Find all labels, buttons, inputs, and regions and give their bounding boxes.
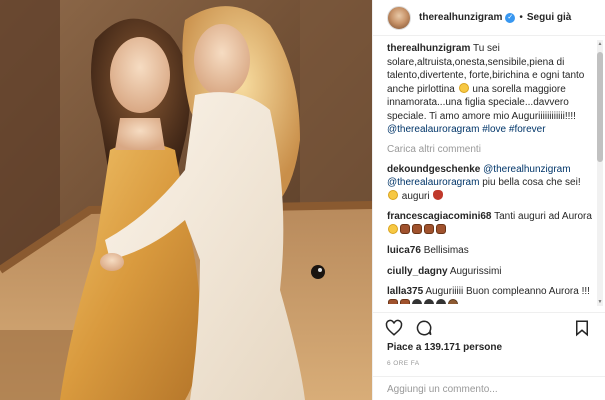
load-more-comments[interactable]: Carica altri commenti xyxy=(387,144,592,155)
cake-emoji-icon xyxy=(388,298,398,304)
scrollbar-thumb[interactable] xyxy=(597,52,603,162)
comment-item: dekoundgeschenke @therealhunzigram @ther… xyxy=(387,163,592,204)
comments-list[interactable]: therealhunzigram Tu sei solare,altruista… xyxy=(373,42,598,304)
comment-username[interactable]: luica76 xyxy=(387,245,421,256)
heart-eyes-emoji-icon xyxy=(388,189,398,200)
comment-item: francescagiacomini68 Tanti auguri ad Aur… xyxy=(387,210,592,237)
caption-hashtags[interactable]: #love #forever xyxy=(482,124,545,135)
emoji-face-icon xyxy=(458,82,469,93)
cake-emoji-icon xyxy=(400,298,410,304)
cake-emoji-icon xyxy=(424,223,434,234)
bookmark-icon[interactable] xyxy=(573,319,591,337)
comment-bubble-icon[interactable] xyxy=(415,319,433,337)
avatar[interactable] xyxy=(387,5,411,30)
comment-text: auguri xyxy=(401,190,430,202)
woman-emoji-icon xyxy=(412,298,422,304)
post-photo[interactable] xyxy=(0,0,372,400)
caption-mention[interactable]: @therealauroragram xyxy=(387,124,479,135)
comment-item: ciully_dagny Augurissimi xyxy=(387,265,592,279)
cake-emoji-icon xyxy=(436,223,446,234)
add-comment-input[interactable] xyxy=(387,384,587,395)
comment-text: Auguriiiii Buon compleanno Aurora !!! xyxy=(425,286,590,297)
cake-emoji-icon xyxy=(400,223,410,234)
emoji-face-icon xyxy=(388,223,398,234)
comment-mention[interactable]: @therealhunzigram xyxy=(483,164,570,175)
monkey-emoji-icon xyxy=(448,298,458,304)
comment-text: piu bella cosa che sei! xyxy=(482,177,581,188)
heart-icon[interactable] xyxy=(385,319,403,337)
ribbon-emoji-icon xyxy=(433,189,444,200)
likes-count[interactable]: Piace a 139.171 persone xyxy=(387,342,502,353)
header-username[interactable]: therealhunzigram xyxy=(419,12,502,23)
post-side-panel: therealhunzigram ✓ • Segui già therealhu… xyxy=(372,0,605,400)
add-comment-bar xyxy=(373,376,605,400)
comment-text: Bellisimas xyxy=(423,245,469,256)
comment-item: lalla375 Auguriiiii Buon compleanno Auro… xyxy=(387,285,592,304)
verified-badge-icon: ✓ xyxy=(505,12,516,23)
comment-username[interactable]: lalla375 xyxy=(387,286,423,297)
cake-emoji-icon xyxy=(412,223,422,234)
comment-mention[interactable]: @therealauroragram xyxy=(387,177,479,188)
comment-item: luica76 Bellisimas xyxy=(387,244,592,258)
post-timestamp[interactable]: 6 ORE FA xyxy=(387,360,419,367)
comments-scrollbar[interactable]: ▲ ▼ xyxy=(597,40,603,306)
woman-emoji-icon xyxy=(424,298,434,304)
caption-username[interactable]: therealhunzigram xyxy=(387,43,470,54)
follow-button[interactable]: Segui già xyxy=(527,12,571,23)
action-bar xyxy=(373,312,605,340)
woman-emoji-icon xyxy=(436,298,446,304)
comment-text: Tanti auguri ad Aurora xyxy=(494,211,592,222)
comment-text: Augurissimi xyxy=(449,265,502,277)
post-photo-image xyxy=(0,0,372,400)
comment-username[interactable]: dekoundgeschenke xyxy=(387,164,480,175)
scroll-up-arrow-icon[interactable]: ▲ xyxy=(597,40,603,48)
comment-username[interactable]: ciully_dagny xyxy=(387,266,448,277)
post-header: therealhunzigram ✓ • Segui già xyxy=(373,0,605,36)
separator-dot: • xyxy=(519,12,523,23)
scroll-down-arrow-icon[interactable]: ▼ xyxy=(597,298,603,306)
comment-username[interactable]: francescagiacomini68 xyxy=(387,211,492,222)
caption: therealhunzigram Tu sei solare,altruista… xyxy=(387,42,592,137)
